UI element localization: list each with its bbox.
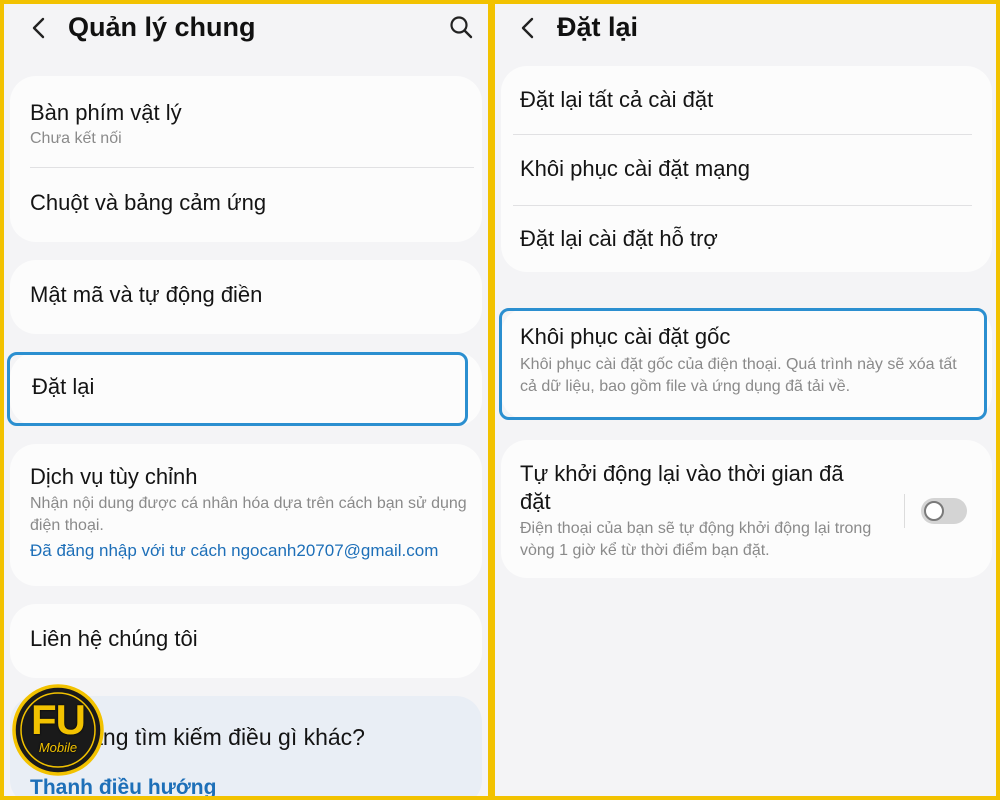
custom-service-card: Dịch vụ tùy chỉnh Nhận nội dung được cá … — [10, 444, 482, 586]
list-item-contact-us[interactable]: Liên hệ chúng tôi — [10, 604, 482, 678]
list-item-reset-all-settings[interactable]: Đặt lại tất cả cài đặt — [501, 66, 992, 135]
item-title: Bàn phím vật lý — [30, 100, 182, 125]
list-item-mouse-touchpad[interactable]: Chuột và bảng cảm ứng — [10, 168, 482, 242]
item-title: Đặt lại cài đặt hỗ trợ — [520, 226, 718, 251]
toggle-knob — [924, 501, 944, 521]
logo-main-text: FU — [31, 696, 86, 743]
item-subtitle: Điện thoại của bạn sẽ tự động khởi động … — [520, 520, 872, 559]
header: Quản lý chung — [4, 4, 488, 56]
contact-card: Liên hệ chúng tôi — [10, 604, 482, 678]
list-item-auto-restart[interactable]: Tự khởi động lại vào thời gian đã đặt Đi… — [501, 440, 992, 578]
auto-restart-toggle[interactable] — [921, 498, 967, 524]
search-icon[interactable] — [448, 14, 474, 40]
item-title: Tự khởi động lại vào thời gian đã đặt — [520, 461, 844, 514]
auto-restart-card: Tự khởi động lại vào thời gian đã đặt Đi… — [501, 440, 992, 578]
list-item-physical-keyboard[interactable]: Bàn phím vật lý Chưa kết nối — [10, 76, 482, 168]
item-title: Liên hệ chúng tôi — [30, 626, 198, 651]
list-item-passwords-autofill[interactable]: Mật mã và tự động điền — [10, 260, 482, 334]
logo-lettering: FU Mobile — [12, 684, 104, 776]
item-title: Mật mã và tự động điền — [30, 282, 263, 307]
item-title: Dịch vụ tùy chỉnh — [30, 464, 198, 489]
item-title: Đặt lại tất cả cài đặt — [520, 87, 714, 112]
navigation-bar-link[interactable]: Thanh điều hướng — [30, 776, 216, 796]
page-title: Quản lý chung — [68, 12, 256, 42]
factory-reset-highlight-box — [499, 308, 987, 420]
back-arrow-icon[interactable] — [28, 16, 52, 40]
list-item-reset-accessibility-settings[interactable]: Đặt lại cài đặt hỗ trợ — [501, 206, 992, 272]
general-management-screen: Quản lý chung Bàn phím vật lý Chưa kết n… — [4, 4, 488, 796]
reset-options-card: Đặt lại tất cả cài đặt Khôi phục cài đặt… — [501, 66, 992, 272]
item-title: Chuột và bảng cảm ứng — [30, 190, 267, 215]
logo-sub-text: Mobile — [38, 740, 78, 755]
passwords-card: Mật mã và tự động điền — [10, 260, 482, 334]
item-title: Khôi phục cài đặt mạng — [520, 156, 750, 181]
signed-in-account: Đã đăng nhập với tư cách ngocanh20707@gm… — [30, 541, 439, 560]
reset-highlight-box — [7, 352, 468, 426]
item-subtitle: Nhận nội dung được cá nhân hóa dựa trên … — [30, 495, 467, 534]
list-item-reset-network-settings[interactable]: Khôi phục cài đặt mạng — [501, 135, 992, 205]
header: Đặt lại — [495, 4, 996, 56]
input-settings-card: Bàn phím vật lý Chưa kết nối Chuột và bả… — [10, 76, 482, 242]
toggle-divider — [904, 494, 905, 528]
item-subtitle: Chưa kết nối — [30, 130, 122, 147]
back-arrow-icon[interactable] — [517, 16, 541, 40]
reset-screen: Đặt lại Đặt lại tất cả cài đặt Khôi phục… — [495, 4, 996, 796]
page-title: Đặt lại — [557, 12, 639, 42]
list-item-custom-service[interactable]: Dịch vụ tùy chỉnh Nhận nội dung được cá … — [10, 444, 482, 586]
